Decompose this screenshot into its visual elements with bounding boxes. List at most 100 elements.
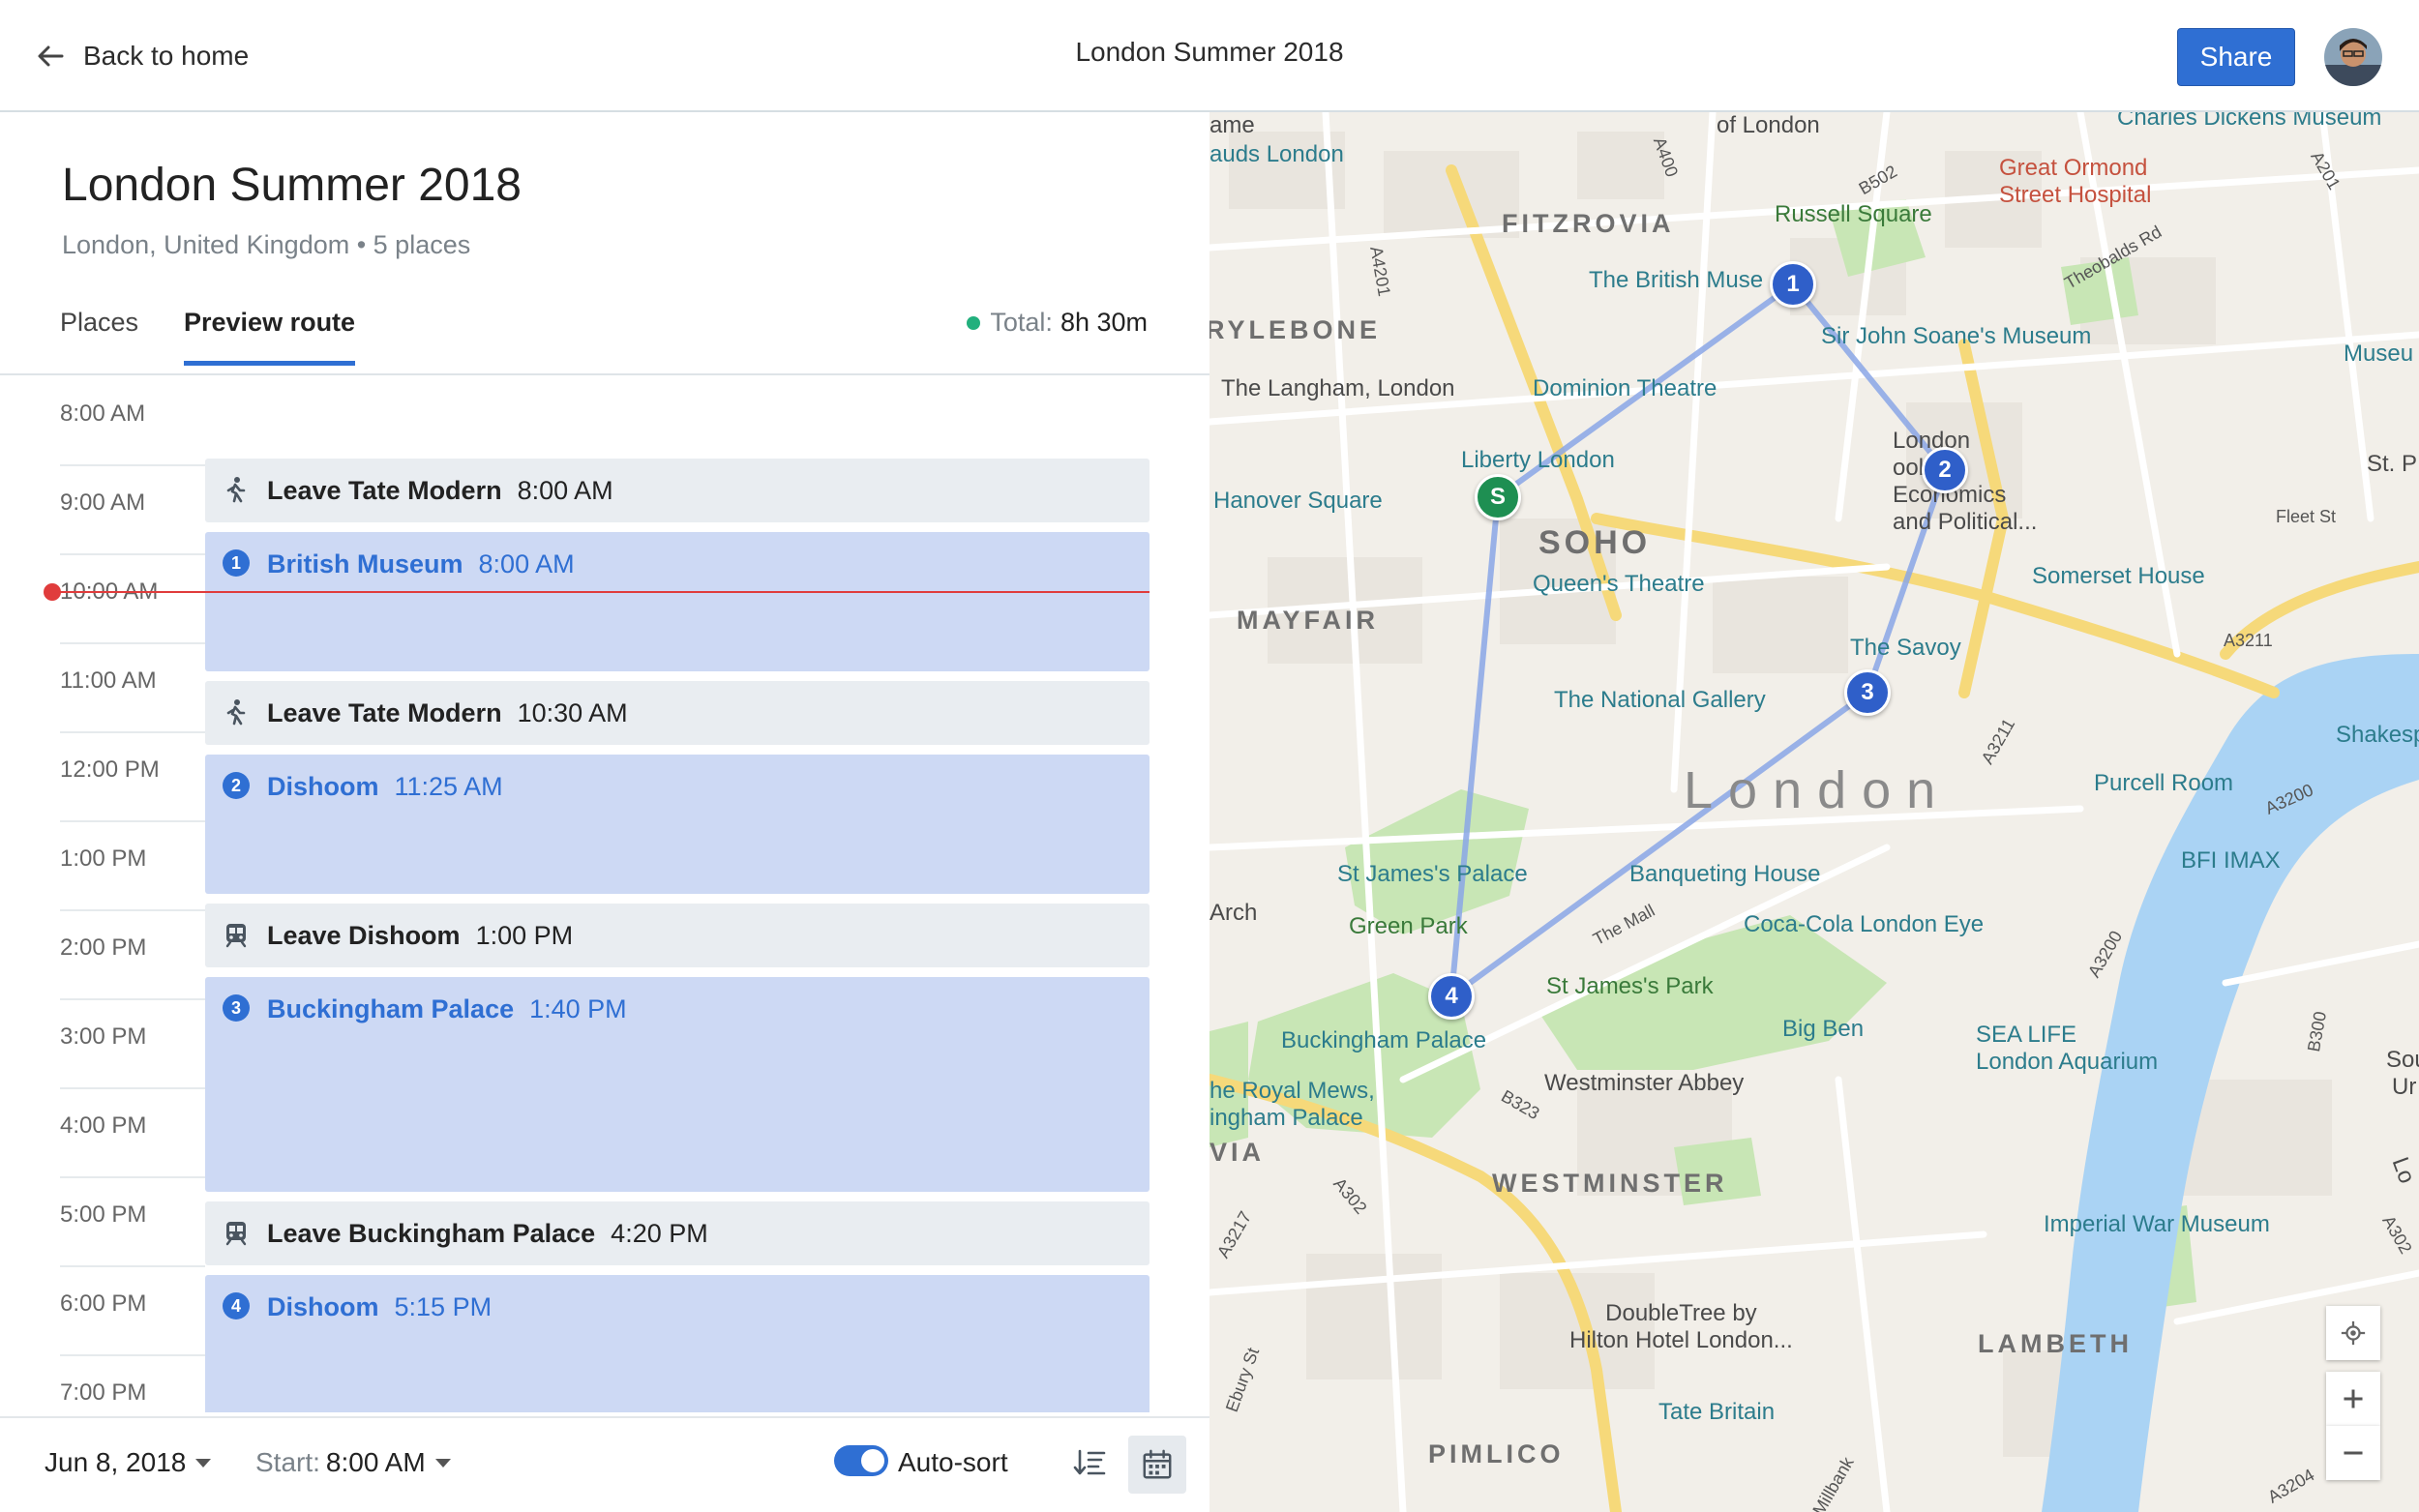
map-poi-label[interactable]: he Royal Mews, ingham Palace bbox=[1210, 1078, 1375, 1132]
map-poi-label[interactable]: SEA LIFE London Aquarium bbox=[1976, 1022, 2158, 1076]
train-icon bbox=[223, 921, 250, 948]
map-poi-label[interactable]: Charles Dickens Museum bbox=[2117, 112, 2381, 132]
event-time: 8:00 AM bbox=[517, 476, 613, 505]
map-poi-label[interactable]: The Savoy bbox=[1850, 635, 1961, 662]
stop-number-badge: 1 bbox=[223, 549, 250, 577]
map-poi-label[interactable]: St James's Park bbox=[1546, 973, 1714, 1000]
map-poi-label[interactable]: Purcell Room bbox=[2094, 770, 2233, 797]
stop-event-row[interactable]: 2 Dishoom 11:25 AM bbox=[205, 755, 1150, 894]
map-poi-label[interactable]: Big Ben bbox=[1782, 1016, 1864, 1043]
hour-divider bbox=[60, 1087, 205, 1089]
leave-event-row[interactable]: Leave Buckingham Palace 4:20 PM bbox=[205, 1201, 1150, 1265]
hour-divider bbox=[60, 909, 205, 911]
event-time: 1:40 PM bbox=[529, 994, 627, 1023]
map-label: PIMLICO bbox=[1428, 1439, 1565, 1468]
route-marker-start[interactable]: S bbox=[1475, 474, 1521, 520]
map-poi-label[interactable]: The Langham, London bbox=[1221, 375, 1455, 402]
hour-divider bbox=[60, 820, 205, 822]
map-poi-label[interactable]: Buckingham Palace bbox=[1281, 1027, 1486, 1054]
map-poi-label[interactable]: Somerset House bbox=[2032, 563, 2205, 590]
total-label: Total: bbox=[990, 308, 1053, 337]
my-location-button[interactable] bbox=[2326, 1306, 2380, 1360]
map-poi-label[interactable]: DoubleTree by Hilton Hotel London... bbox=[1569, 1300, 1793, 1354]
hour-divider bbox=[60, 1265, 205, 1267]
map-poi-label[interactable]: The National Gallery bbox=[1554, 687, 1766, 714]
event-name: Buckingham Palace bbox=[267, 994, 515, 1023]
start-label: Start: bbox=[255, 1447, 320, 1477]
route-marker-2[interactable]: 2 bbox=[1922, 447, 1968, 493]
total-duration: Total: 8h 30m bbox=[967, 308, 1148, 338]
map-poi-label: Ur bbox=[2392, 1074, 2417, 1100]
route-map[interactable]: FITZROVIA RYLEBONE SOHO MAYFAIR London W… bbox=[1210, 112, 2419, 1512]
route-timeline[interactable]: 8:00 AM 9:00 AM 10:00 AM 11:00 AM 12:00 … bbox=[0, 377, 1210, 1412]
leave-event-row[interactable]: Leave Dishoom 1:00 PM bbox=[205, 904, 1150, 967]
leave-event-row[interactable]: Leave Tate Modern 8:00 AM bbox=[205, 459, 1150, 522]
map-road-label: A3211 bbox=[2224, 631, 2273, 650]
start-time-dropdown[interactable]: Start: 8:00 AM bbox=[255, 1447, 451, 1478]
event-name: Dishoom bbox=[267, 772, 379, 801]
map-poi-label[interactable]: Coca-Cola London Eye bbox=[1744, 911, 1984, 938]
event-time: 11:25 AM bbox=[394, 772, 503, 801]
map-label: London bbox=[1684, 761, 1952, 819]
plus-icon bbox=[2344, 1389, 2363, 1408]
avatar[interactable] bbox=[2324, 28, 2382, 86]
map-poi-label[interactable]: Tate Britain bbox=[1658, 1399, 1775, 1426]
map-poi-label[interactable]: Imperial War Museum bbox=[2044, 1211, 2270, 1238]
leave-event-row[interactable]: Leave Tate Modern 10:30 AM bbox=[205, 681, 1150, 745]
tab-places[interactable]: Places bbox=[60, 308, 138, 361]
zoom-out-button[interactable] bbox=[2326, 1426, 2380, 1480]
calendar-view-icon[interactable] bbox=[1128, 1436, 1186, 1494]
tab-bar: Places Preview route Total: 8h 30m bbox=[0, 292, 1210, 375]
zoom-in-button[interactable] bbox=[2326, 1372, 2380, 1426]
total-value: 8h 30m bbox=[1060, 308, 1148, 337]
hour-divider bbox=[60, 1176, 205, 1178]
tab-preview-route[interactable]: Preview route bbox=[184, 308, 356, 366]
map-poi-label[interactable]: Dominion Theatre bbox=[1533, 375, 1717, 402]
map-label: MAYFAIR bbox=[1237, 606, 1380, 635]
crosshair-icon bbox=[2341, 1320, 2366, 1346]
map-poi-label[interactable]: Green Park bbox=[1349, 913, 1468, 940]
stop-number-badge: 4 bbox=[223, 1292, 250, 1319]
map-poi-label[interactable]: Queen's Theatre bbox=[1533, 571, 1705, 598]
hour-label: 8:00 AM bbox=[60, 400, 146, 427]
hour-divider bbox=[60, 464, 205, 466]
auto-sort-toggle[interactable] bbox=[834, 1445, 888, 1476]
stop-event-row[interactable]: 3 Buckingham Palace 1:40 PM bbox=[205, 977, 1150, 1192]
event-name: British Museum bbox=[267, 549, 463, 578]
sort-list-icon[interactable] bbox=[1070, 1443, 1109, 1482]
stop-event-row[interactable]: 1 British Museum 8:00 AM bbox=[205, 532, 1150, 671]
hour-label: 7:00 PM bbox=[60, 1379, 147, 1406]
event-name: Leave Dishoom bbox=[267, 921, 461, 950]
map-poi-label[interactable]: The British Muse bbox=[1589, 267, 1763, 294]
route-marker-3[interactable]: 3 bbox=[1844, 669, 1891, 716]
date-dropdown[interactable]: Jun 8, 2018 bbox=[45, 1447, 212, 1478]
map-poi-label: ame bbox=[1210, 112, 1255, 138]
event-time: 4:20 PM bbox=[611, 1219, 708, 1248]
stop-number-badge: 2 bbox=[223, 772, 250, 799]
map-poi-label[interactable]: Westminster Abbey bbox=[1544, 1070, 1744, 1097]
event-time: 8:00 AM bbox=[478, 549, 575, 578]
map-label: VIA bbox=[1210, 1138, 1266, 1167]
share-button[interactable]: Share bbox=[2177, 28, 2295, 86]
trip-subtitle: London, United Kingdom • 5 places bbox=[62, 230, 471, 259]
map-poi-label[interactable]: Liberty London bbox=[1461, 447, 1615, 474]
event-name: Leave Tate Modern bbox=[267, 698, 502, 727]
route-marker-4[interactable]: 4 bbox=[1428, 973, 1475, 1020]
hour-label: 6:00 PM bbox=[60, 1290, 147, 1317]
start-value: 8:00 AM bbox=[325, 1447, 426, 1477]
hour-label: 11:00 AM bbox=[60, 667, 157, 694]
map-poi-label[interactable]: Great Ormond Street Hospital bbox=[1999, 155, 2151, 209]
map-poi-label[interactable]: St James's Palace bbox=[1337, 861, 1528, 888]
hour-divider bbox=[60, 1354, 205, 1356]
header-title: London Summer 2018 bbox=[1075, 37, 1344, 67]
route-marker-1[interactable]: 1 bbox=[1770, 261, 1816, 308]
map-poi-label[interactable]: BFI IMAX bbox=[2181, 847, 2281, 875]
map-poi-label[interactable]: Russell Square bbox=[1775, 201, 1932, 228]
hour-label: 1:00 PM bbox=[60, 845, 147, 872]
map-label: SOHO bbox=[1538, 524, 1652, 561]
stop-event-row[interactable]: 4 Dishoom 5:15 PM bbox=[205, 1275, 1150, 1412]
event-time: 5:15 PM bbox=[394, 1292, 493, 1321]
map-poi-label[interactable]: Sir John Soane's Museum bbox=[1821, 323, 2091, 350]
map-poi-label[interactable]: Banqueting House bbox=[1629, 861, 1820, 888]
map-poi-label[interactable]: Hanover Square bbox=[1213, 488, 1383, 515]
